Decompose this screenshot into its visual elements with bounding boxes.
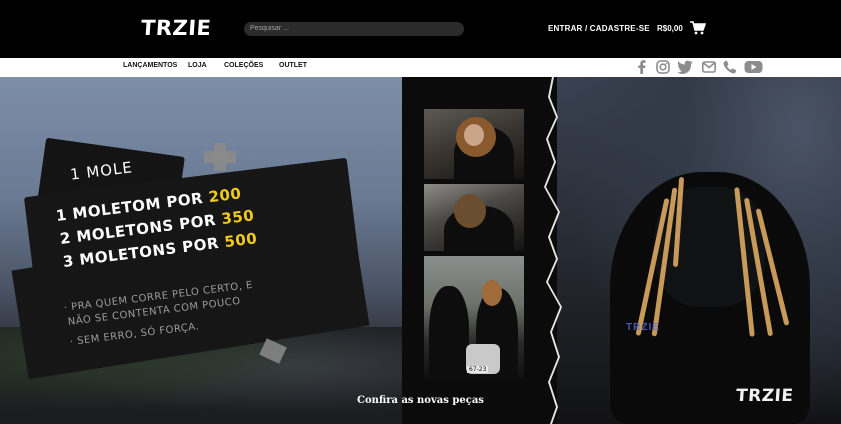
model-face	[464, 124, 484, 146]
nav-item-loja[interactable]: LOJA	[188, 62, 207, 69]
instagram-icon[interactable]	[655, 60, 671, 74]
hoodie-print: TRZIE	[626, 322, 660, 333]
license-plate: 67-23	[467, 366, 489, 373]
film-strip: 67-23	[402, 77, 557, 424]
hero-banner[interactable]: TRZIE 67-23 1 MOLE 1 MOLETOM POR 200 2 M…	[0, 77, 841, 424]
twitter-icon[interactable]	[677, 60, 693, 74]
site-logo[interactable]: TRZIE	[140, 16, 212, 40]
cart-icon[interactable]	[690, 21, 706, 35]
login-link[interactable]: ENTRAR / CADASTRE-SE	[548, 24, 650, 33]
model-hair	[482, 280, 502, 306]
tape-strip	[214, 143, 226, 171]
model-hair	[454, 194, 486, 228]
nav-item-colecoes[interactable]: COLEÇÕES	[224, 62, 263, 69]
nav-item-lancamentos[interactable]: LANÇAMENTOS	[123, 62, 177, 69]
model-silhouette	[429, 286, 469, 379]
film-frame-2	[424, 184, 524, 251]
youtube-icon[interactable]	[744, 60, 763, 74]
nav-item-outlet[interactable]: OUTLET	[279, 62, 307, 69]
offer-qty: 3	[61, 251, 75, 271]
hero-logo: TRZIE	[735, 386, 795, 406]
film-frame-1	[424, 109, 524, 179]
header-bar: TRZIE ENTRAR / CADASTRE-SE R$0,00	[0, 0, 841, 58]
phone-icon[interactable]	[722, 60, 738, 74]
film-frame-3: 67-23	[424, 256, 524, 379]
hero-caption[interactable]: Confira as novas peças	[0, 395, 841, 406]
offer-qty: 2	[58, 228, 72, 248]
offer-qty: 1	[54, 205, 68, 225]
search-input[interactable]	[244, 22, 464, 36]
main-nav: LANÇAMENTOS LOJA COLEÇÕES OUTLET	[0, 58, 841, 77]
facebook-icon[interactable]	[637, 60, 647, 74]
cart-total[interactable]: R$0,00	[657, 24, 683, 33]
email-icon[interactable]	[701, 60, 717, 74]
torn-paper-edge	[540, 77, 562, 424]
